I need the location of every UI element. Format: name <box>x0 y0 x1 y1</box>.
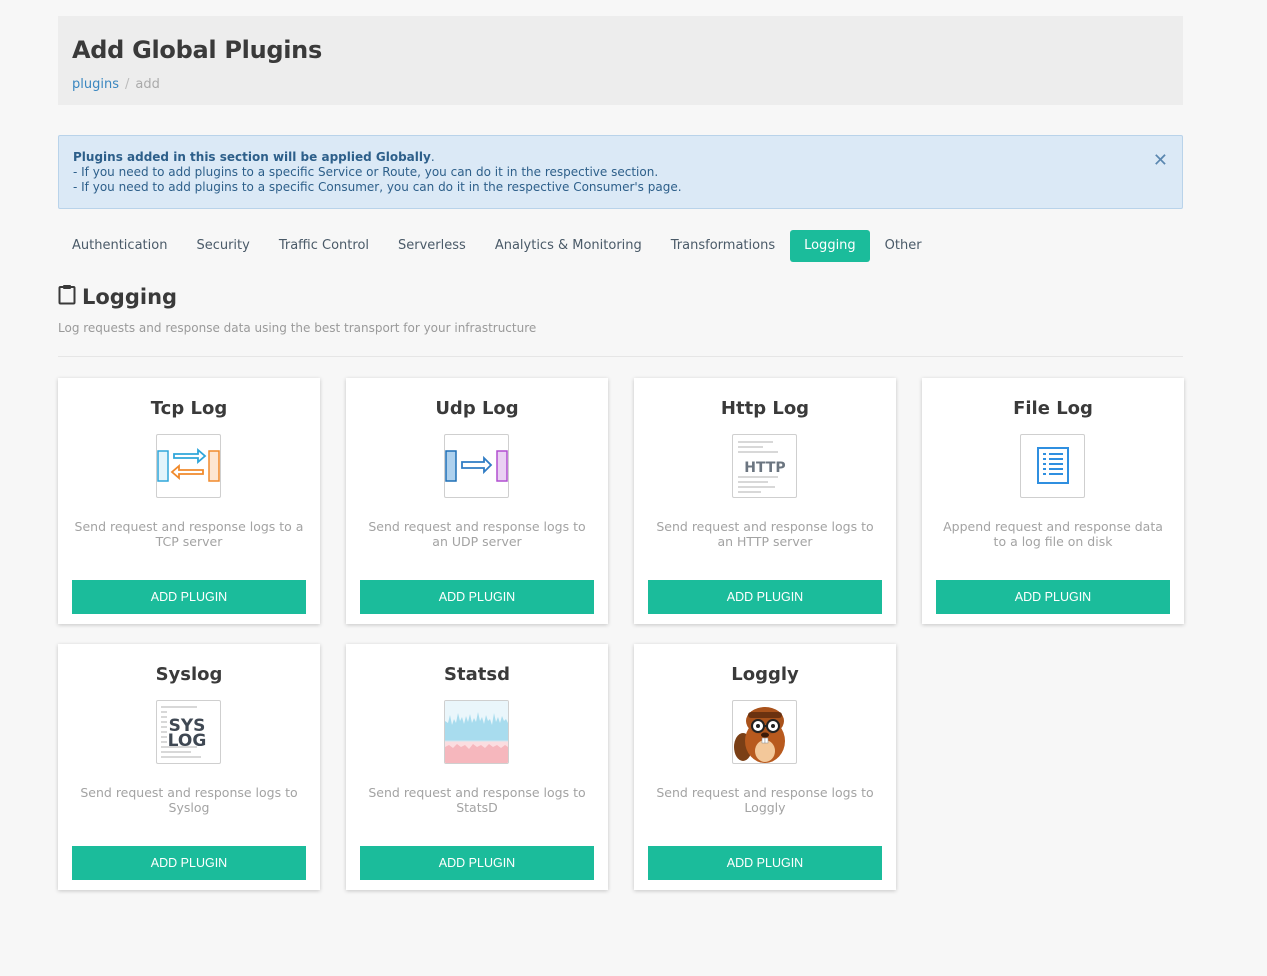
plugin-card-udp-log: Udp Log Send request and response logs t… <box>346 378 608 624</box>
plugin-description: Send request and response logs to a TCP … <box>74 519 304 549</box>
tab-analytics-monitoring[interactable]: Analytics & Monitoring <box>481 230 656 262</box>
plugin-description: Send request and response logs to StatsD <box>368 785 586 815</box>
plugin-description: Send request and response logs to an HTT… <box>656 519 874 549</box>
alert-line-1: - If you need to add plugins to a specif… <box>73 165 659 179</box>
close-icon[interactable]: ✕ <box>1153 152 1168 170</box>
page-header: Add Global Plugins plugins / add <box>58 16 1183 105</box>
syslog-icon: SYS LOG <box>156 700 221 764</box>
tab-logging[interactable]: Logging <box>790 230 870 262</box>
divider <box>58 356 1183 357</box>
plugin-title: Loggly <box>731 664 799 685</box>
file-log-icon <box>1020 434 1085 498</box>
add-plugin-button[interactable]: ADD PLUGIN <box>72 846 306 880</box>
tab-traffic-control[interactable]: Traffic Control <box>265 230 383 262</box>
breadcrumb-current: add <box>135 77 160 92</box>
plugin-description: Send request and response logs to Syslog <box>80 785 298 815</box>
tab-other[interactable]: Other <box>871 230 936 262</box>
section-title: Logging <box>82 285 178 309</box>
plugin-title: Syslog <box>155 664 223 685</box>
tab-security[interactable]: Security <box>182 230 263 262</box>
udp-log-icon <box>444 434 509 498</box>
loggly-icon <box>732 700 797 764</box>
plugin-card-http-log: Http Log HTTP Send request and response … <box>634 378 896 624</box>
plugin-title: Http Log <box>720 398 810 419</box>
plugin-card-loggly: Loggly Send request and response logs to… <box>634 644 896 890</box>
add-plugin-button[interactable]: ADD PLUGIN <box>360 580 594 614</box>
add-plugin-button[interactable]: ADD PLUGIN <box>360 846 594 880</box>
http-log-icon: HTTP <box>732 434 797 498</box>
syslog-icon-text-2: LOG <box>168 731 207 751</box>
add-plugin-button[interactable]: ADD PLUGIN <box>648 846 882 880</box>
section-description: Log requests and response data using the… <box>58 321 537 335</box>
clipboard-icon <box>58 284 76 310</box>
info-alert: Plugins added in this section will be ap… <box>58 135 1183 209</box>
alert-line-2: - If you need to add plugins to a specif… <box>73 180 682 194</box>
tab-authentication[interactable]: Authentication <box>58 230 181 262</box>
plugin-title: Tcp Log <box>150 398 228 419</box>
statsd-icon <box>444 700 509 764</box>
breadcrumb-separator: / <box>124 77 130 92</box>
breadcrumb-plugins-link[interactable]: plugins <box>72 77 119 92</box>
category-tabs: Authentication Security Traffic Control … <box>58 230 937 262</box>
tab-transformations[interactable]: Transformations <box>657 230 789 262</box>
plugin-card-file-log: File Log Append request and response dat… <box>922 378 1184 624</box>
alert-strong-suffix: . <box>430 150 435 164</box>
http-icon-text: HTTP <box>744 460 785 476</box>
breadcrumb: plugins / add <box>72 77 160 92</box>
plugin-description: Append request and response data to a lo… <box>943 519 1163 549</box>
alert-strong-text: Plugins added in this section will be ap… <box>73 150 431 164</box>
plugin-description: Send request and response logs to Loggly <box>656 785 874 815</box>
add-plugin-button[interactable]: ADD PLUGIN <box>72 580 306 614</box>
plugin-title: File Log <box>1013 398 1093 419</box>
plugin-description: Send request and response logs to an UDP… <box>368 519 586 549</box>
add-plugin-button[interactable]: ADD PLUGIN <box>648 580 882 614</box>
plugin-title: Udp Log <box>435 398 519 419</box>
tab-serverless[interactable]: Serverless <box>384 230 480 262</box>
section-heading: Logging <box>58 284 177 310</box>
plugin-card-tcp-log: Tcp Log Send request and response logs t… <box>58 378 320 624</box>
add-plugin-button[interactable]: ADD PLUGIN <box>936 580 1170 614</box>
plugin-card-syslog: Syslog SYS LOG Send request and response… <box>58 644 320 890</box>
page-title: Add Global Plugins <box>72 36 322 64</box>
tcp-log-icon <box>156 434 221 498</box>
plugin-card-statsd: Statsd Send request and response logs to… <box>346 644 608 890</box>
plugin-title: Statsd <box>444 664 510 685</box>
